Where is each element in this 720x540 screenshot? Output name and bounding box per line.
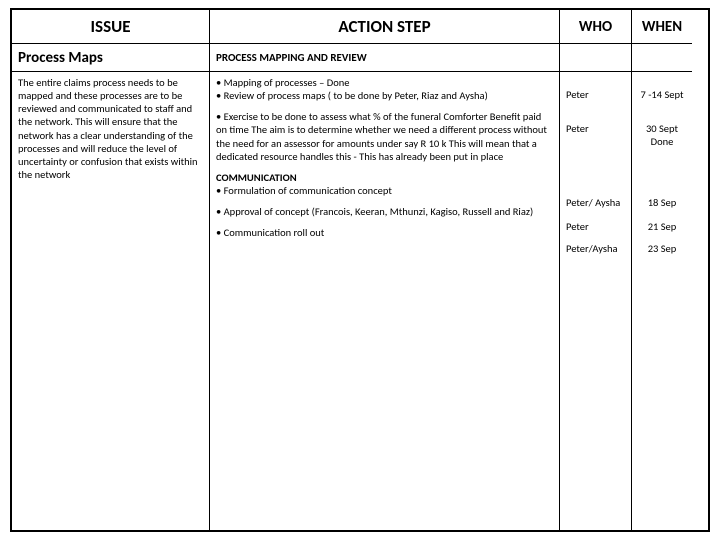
- who-4: Peter/ Aysha: [566, 196, 625, 220]
- when-body: 7 -14 Sept 30 Sept Done 18 Sep 21 Sep 23…: [632, 72, 692, 530]
- subhead-action: PROCESS MAPPING AND REVIEW: [210, 44, 560, 72]
- action-item-2: • Review of process maps ( to be done by…: [216, 89, 553, 102]
- communication-heading: COMMUNICATION: [216, 171, 553, 184]
- when-spacer-1: [638, 76, 686, 88]
- when-4: 18 Sep: [638, 196, 686, 220]
- action-item-4: • Formulation of communication concept: [216, 184, 553, 197]
- document-page: ISSUE ACTION STEP WHO WHEN Process Maps …: [0, 0, 720, 540]
- when-5: 21 Sep: [638, 220, 686, 242]
- who-5: Peter: [566, 220, 625, 242]
- action-item-6: • Communication roll out: [216, 226, 553, 239]
- who-body: Peter Peter Peter/ Aysha Peter Peter/Ays…: [560, 72, 632, 530]
- when-2: 7 -14 Sept: [638, 88, 686, 122]
- issues-table: ISSUE ACTION STEP WHO WHEN Process Maps …: [10, 8, 710, 532]
- header-issue: ISSUE: [12, 10, 210, 44]
- action-item-1: • Mapping of processes – Done: [216, 76, 553, 89]
- header-action: ACTION STEP: [210, 10, 560, 44]
- who-spacer-1: [566, 76, 625, 88]
- subhead-when-empty: [632, 44, 692, 72]
- action-item-3: • Exercise to be done to assess what % o…: [216, 110, 553, 163]
- subhead-who-empty: [560, 44, 632, 72]
- when-6: 23 Sep: [638, 242, 686, 255]
- issue-body: The entire claims process needs to be ma…: [12, 72, 210, 530]
- when-3: 30 Sept Done: [638, 122, 686, 196]
- action-body: • Mapping of processes – Done • Review o…: [210, 72, 560, 530]
- subhead-issue: Process Maps: [12, 44, 210, 72]
- who-6: Peter/Aysha: [566, 242, 625, 255]
- header-when: WHEN: [632, 10, 692, 44]
- who-2: Peter: [566, 88, 625, 122]
- issue-text: The entire claims process needs to be ma…: [18, 76, 198, 181]
- who-3: Peter: [566, 122, 625, 196]
- header-who: WHO: [560, 10, 632, 44]
- action-item-5: • Approval of concept (Francois, Keeran,…: [216, 205, 553, 218]
